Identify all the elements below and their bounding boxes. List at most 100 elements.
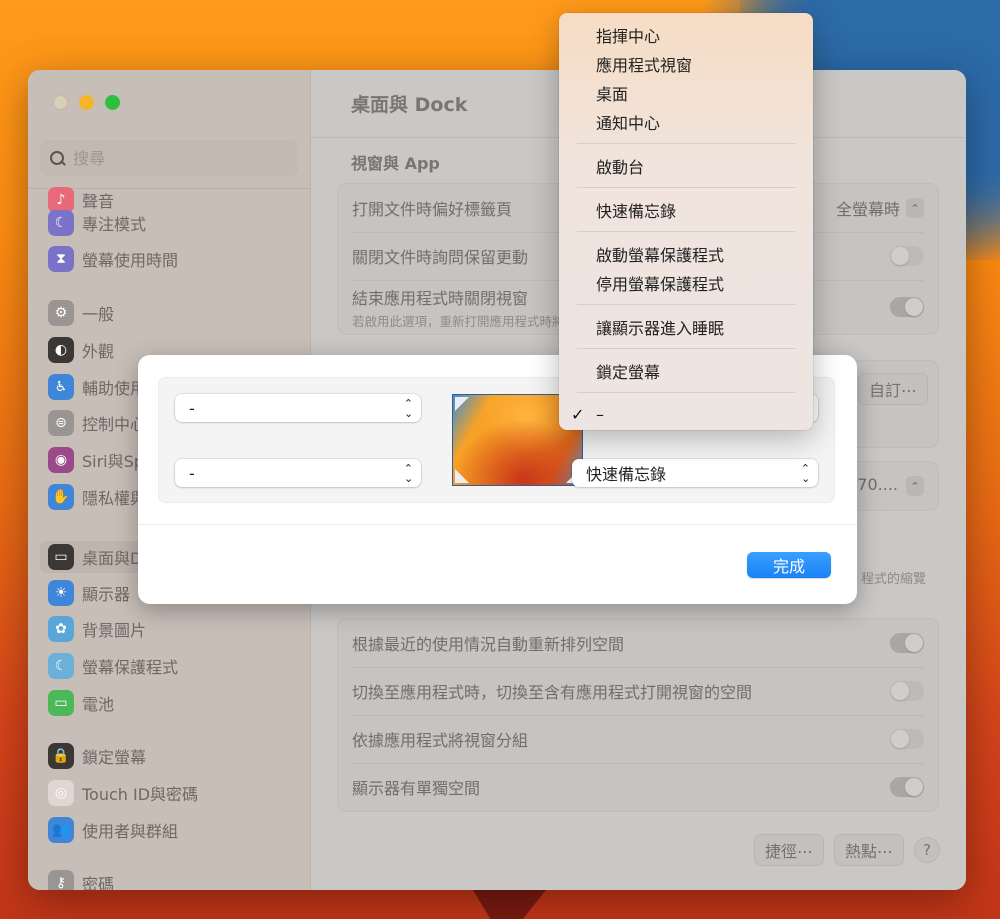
screensaver-icon: ☾ [48,653,74,679]
sidebar-item-label: 外觀 [82,342,115,361]
select-value: - [189,463,195,483]
section-title-windows-apps: 視窗與 App [351,154,440,173]
popup-chevron-icon[interactable]: ⌃ [906,476,924,496]
done-button[interactable]: 完成 [747,552,831,578]
rearrange-spaces-toggle[interactable] [890,633,924,653]
moon-icon: ☾ [48,210,74,236]
sidebar-item-label: 使用者與群組 [82,822,179,841]
battery-icon: ▭ [48,690,74,716]
menu-item-label: 應用程式視窗 [596,55,693,75]
sidebar-item[interactable]: ✿ 背景圖片 [40,613,298,645]
window-controls [53,95,120,110]
appearance-icon: ◐ [48,337,74,363]
key-icon: ⚷ [48,870,74,890]
menu-item[interactable]: 桌面 [559,78,813,107]
wallpaper-shape [470,885,550,919]
partial-value: 70.... [857,475,898,494]
switch-space-toggle[interactable] [890,681,924,701]
sidebar-item[interactable]: ⚙ 一般 [40,297,298,329]
bottom-right-corner-select[interactable]: 快速備忘錄 ⌃ ⌃ [572,459,818,487]
sidebar-item[interactable]: ◎ Touch ID與密碼 [40,777,298,809]
search-icon [50,150,65,166]
top-left-corner-select[interactable]: - ⌃ ⌃ [175,394,421,422]
gear-icon: ⚙ [48,300,74,326]
sidebar-item[interactable]: ☾ 螢幕保護程式 [40,650,298,682]
menu-item[interactable]: ✓ – [559,400,813,429]
group-windows-toggle[interactable] [890,729,924,749]
flower-icon: ✿ [48,616,74,642]
zoom-window-button[interactable] [105,95,120,110]
menu-item-label: 啟動台 [596,157,645,177]
search-field[interactable] [40,140,298,176]
setting-label: 根據最近的使用情況自動重新排列空間 [352,635,625,654]
sidebar-item[interactable]: ⚷ 密碼 [40,867,298,890]
corner-marker-icon [455,397,469,411]
bottom-left-corner-select[interactable]: - ⌃ ⌃ [175,459,421,487]
setting-label: 打開文件時偏好標籤頁 [352,200,513,219]
sidebar-item-label: 背景圖片 [82,621,147,640]
siri-icon: ◉ [48,447,74,473]
menu-item-label: – [596,405,604,424]
setting-label: 切換至應用程式時，切換至含有應用程式打開視窗的空間 [352,683,753,702]
updown-chevron-icon: ⌃ ⌃ [403,462,413,484]
setting-label: 顯示器有單獨空間 [352,779,481,798]
prefer-tabs-value[interactable]: 全螢幕時 [836,196,900,220]
sidebar-item-label: 顯示器 [82,585,131,604]
separate-spaces-toggle[interactable] [890,777,924,797]
menu-item-label: 停用螢幕保護程式 [596,274,725,294]
sidebar-item-label: 控制中心 [82,415,147,434]
hot-corners-button[interactable]: 熱點⋯ [833,834,904,866]
corner-marker-icon [455,469,469,483]
footer-buttons: 捷徑⋯ 熱點⋯ ? [753,834,940,866]
updown-chevron-icon: ⌃ ⌃ [403,397,413,419]
sidebar-item-label: 電池 [82,695,115,714]
hourglass-icon: ⧗ [48,246,74,272]
sidebar-item[interactable]: ☾ 專注模式 [40,207,298,239]
menu-item[interactable]: 停用螢幕保護程式 [559,268,813,297]
setting-row-rearrange-spaces: 根據最近的使用情況自動重新排列空間 [338,619,938,667]
settings-group-mission-control: 根據最近的使用情況自動重新排列空間 切換至應用程式時，切換至含有應用程式打開視窗… [337,618,939,812]
sidebar-item[interactable]: 👥 使用者與群組 [40,814,298,846]
menu-separator [577,143,795,144]
sidebar-item-label: 專注模式 [82,215,147,234]
menu-item[interactable]: 快速備忘錄 [559,195,813,224]
hot-corner-action-menu: 指揮中心應用程式視窗桌面 通知中心啟動台快速備忘錄啟動螢幕保護程式停用螢幕保護程式… [559,13,813,430]
sidebar-item[interactable]: ⧗ 螢幕使用時間 [40,243,298,275]
sidebar-item[interactable]: 🔒 鎖定螢幕 [40,740,298,772]
setting-label: 結束應用程式時關閉視窗 [352,288,529,308]
menu-item[interactable]: 啟動螢幕保護程式 [559,239,813,268]
menu-item[interactable]: 應用程式視窗 [559,49,813,78]
users-icon: 👥 [48,817,74,843]
sidebar-item[interactable]: ▭ 電池 [40,687,298,719]
menu-item[interactable]: 讓顯示器進入睡眠 [559,312,813,341]
partial-description: 程式的縮覽 [860,572,926,587]
checkmark-icon: ✓ [571,405,585,424]
sidebar-item-label: Touch ID與密碼 [82,785,199,804]
popup-chevron-icon[interactable]: ⌃ [906,198,924,218]
menu-item[interactable]: 啟動台 [559,151,813,180]
close-window-button[interactable] [53,95,68,110]
updown-chevron-icon: ⌃ ⌃ [800,462,810,484]
menu-item-label: 快速備忘錄 [596,201,677,221]
menu-item-label: 讓顯示器進入睡眠 [596,318,725,338]
menu-separator [577,392,795,393]
setting-row-group-windows: 依據應用程式將視窗分組 [338,715,938,763]
customize-button[interactable]: 自訂⋯ [857,373,928,405]
close-windows-toggle[interactable] [890,297,924,317]
control-center-icon: ⊜ [48,410,74,436]
menu-item[interactable]: 鎖定螢幕 [559,356,813,385]
search-input[interactable] [73,148,273,168]
minimize-window-button[interactable] [79,95,94,110]
menu-item[interactable]: 指揮中心 [559,20,813,49]
select-value: - [189,398,195,418]
hand-icon: ✋ [48,484,74,510]
setting-row-separate-spaces: 顯示器有單獨空間 [338,763,938,811]
shortcuts-button[interactable]: 捷徑⋯ [753,834,824,866]
ask-keep-changes-toggle[interactable] [890,246,924,266]
sidebar-item-label: 螢幕使用時間 [82,251,179,270]
help-button[interactable]: ? [914,837,940,863]
menu-item[interactable]: 通知中心 [559,107,813,136]
lock-icon: 🔒 [48,743,74,769]
menu-separator [577,187,795,188]
menu-separator [577,304,795,305]
